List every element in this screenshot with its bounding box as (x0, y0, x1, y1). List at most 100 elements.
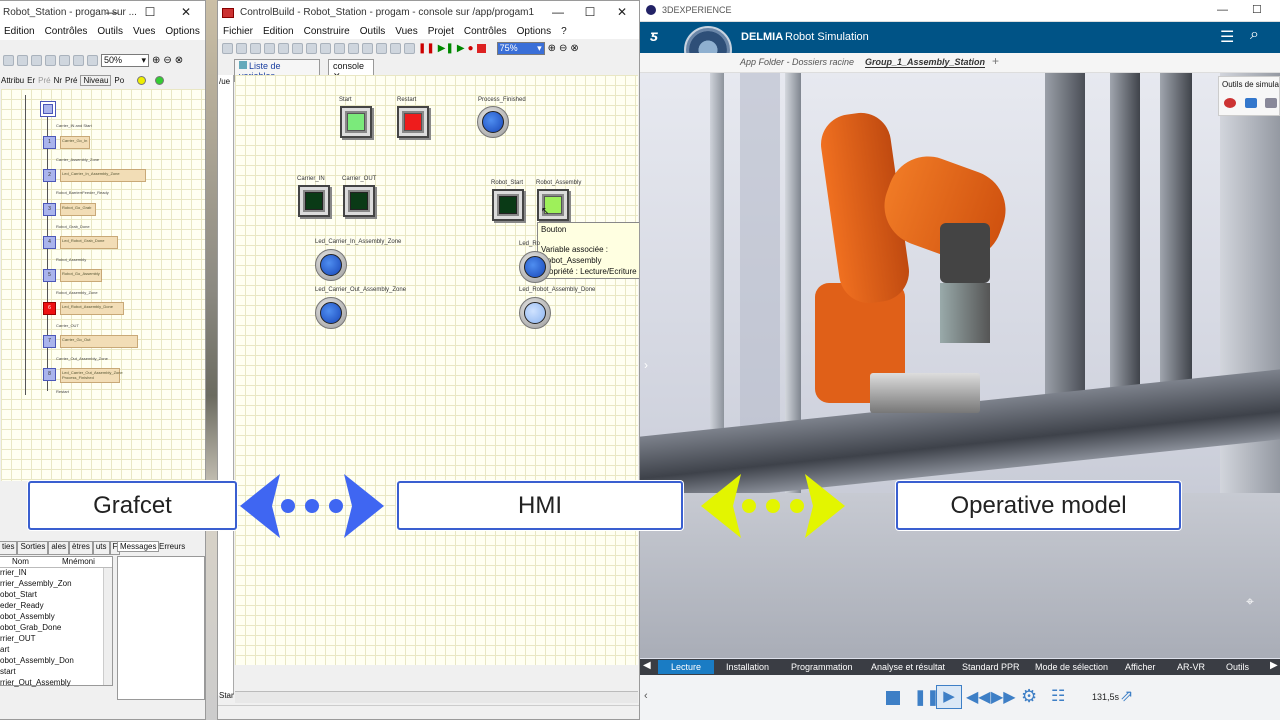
open-icon[interactable] (236, 42, 247, 54)
tool-icon[interactable] (362, 42, 373, 54)
breadcrumb-active[interactable]: Group_1_Assembly_Station (865, 57, 986, 68)
grafcet-step[interactable]: 2 (43, 169, 56, 182)
table-scrollbar[interactable] (103, 568, 112, 685)
grafcet-action[interactable]: Led_Robot_Grab_Done (60, 236, 118, 249)
menu-icon[interactable]: ☰ (1220, 27, 1234, 47)
zoom-select[interactable]: 50% (101, 53, 149, 67)
tab-ar-vr[interactable]: AR-VR (1177, 660, 1205, 674)
paste-icon[interactable] (306, 42, 317, 54)
start-button[interactable] (340, 106, 372, 138)
tool-icon[interactable] (348, 42, 359, 54)
play-icon[interactable]: ▶ (457, 43, 465, 54)
menu-edition[interactable]: Edition (258, 26, 299, 37)
table-row[interactable]: obot_Start (0, 590, 112, 601)
pause-icon[interactable]: ❚❚ (418, 43, 435, 54)
grafcet-action[interactable]: Robot_Go_Grab (60, 203, 96, 216)
tool-icon[interactable] (87, 54, 98, 66)
circle-yellow-icon[interactable] (137, 75, 147, 85)
table-row[interactable]: obot_Assembly (0, 612, 112, 623)
carrier-out-button[interactable] (343, 185, 375, 217)
tool-icon[interactable] (376, 42, 387, 54)
tool-icon[interactable] (390, 42, 401, 54)
zoom-fit-icon[interactable]: ⊗ (175, 55, 183, 66)
tab-instructs[interactable]: uts (92, 541, 110, 555)
tab-afficher[interactable]: Afficher (1125, 660, 1155, 674)
menu-options[interactable]: Options (160, 26, 204, 37)
grafcet-action[interactable]: Led_Robot_Assembly_Done (60, 302, 124, 315)
menu-vues[interactable]: Vues (128, 26, 160, 37)
menu-edition[interactable]: Edition (0, 26, 40, 37)
column-header-mnemonic[interactable]: Mnémoni (62, 557, 95, 567)
grafcet-step[interactable]: 8 (43, 368, 56, 381)
maximize-icon[interactable]: ☐ (133, 1, 167, 23)
settings-gear-icon[interactable]: ⚙ (1021, 686, 1037, 707)
grafcet-step[interactable]: 4 (43, 236, 56, 249)
step-play-icon[interactable]: ▶❚ (438, 43, 454, 54)
tab-selection-mode[interactable]: Mode de sélection (1035, 660, 1108, 674)
menu-controles[interactable]: Contrôles (459, 26, 512, 37)
table-row[interactable]: obot_Grab_Done (0, 623, 112, 634)
grafcet-action[interactable]: Carrier_Go_In (60, 136, 90, 149)
close-icon[interactable]: ✕ (605, 1, 639, 23)
tool-icon[interactable] (59, 54, 70, 66)
tab-nr[interactable]: Nr (54, 76, 62, 85)
tab-erreurs[interactable]: Erreurs (159, 542, 185, 551)
add-tab-icon[interactable]: + (992, 54, 999, 68)
save-icon[interactable] (250, 42, 261, 54)
tab-entries[interactable]: ties (0, 541, 18, 555)
menu-controles[interactable]: Contrôles (40, 26, 93, 37)
grafcet-step-active[interactable]: 6 (43, 302, 56, 315)
search-icon[interactable]: ⌕ (1250, 26, 1259, 44)
sim-tool-icon[interactable] (1245, 98, 1257, 108)
print-icon[interactable] (264, 42, 275, 54)
menu-help[interactable]: ? (556, 26, 572, 37)
export-icon[interactable]: ⇗ (1120, 686, 1133, 706)
grafcet-step[interactable]: 5 (43, 269, 56, 282)
menu-fichier[interactable]: Fichier (218, 26, 258, 37)
tab-installation[interactable]: Installation (726, 660, 769, 674)
sim-tool-icon[interactable] (1224, 98, 1236, 108)
cut-icon[interactable] (278, 42, 289, 54)
menu-construire[interactable]: Construire (299, 26, 355, 37)
maximize-icon[interactable]: ☐ (573, 1, 607, 23)
hmi-canvas[interactable]: Start Restart Process_Finished Carrier_I… (235, 75, 639, 665)
tab-parametres[interactable]: ètres (69, 541, 93, 555)
zoom-in-icon[interactable]: ⊕ (548, 43, 556, 54)
grafcet-action[interactable]: Robot_Go_Assembly (60, 269, 102, 282)
close-icon[interactable]: ✕ (169, 1, 203, 23)
column-header-name[interactable]: Nom (0, 557, 62, 567)
tool-icon[interactable] (45, 54, 56, 66)
table-row[interactable]: rrier_Out_Assembly (0, 678, 112, 689)
expand-toolbar-icon[interactable]: ‹ (644, 690, 648, 702)
list-icon[interactable]: ☷ (1051, 686, 1065, 706)
expand-arrow-icon[interactable]: › (644, 358, 648, 372)
new-icon[interactable] (222, 42, 233, 54)
grafcet-action[interactable]: Led_Carrier_In_Assembly_Zone (60, 169, 146, 182)
tab-attrib[interactable]: Attribu (1, 76, 24, 85)
record-icon[interactable]: ● (468, 43, 474, 54)
grafcet-action[interactable]: Carrier_Go_Out (60, 335, 138, 348)
table-row[interactable]: start (0, 667, 112, 678)
play-sim-icon[interactable]: ▶ (936, 685, 962, 709)
tab-sorties[interactable]: Sorties (17, 541, 49, 555)
table-row[interactable]: art (0, 645, 112, 656)
tab-niveau[interactable]: Niveau (80, 74, 112, 86)
menu-options[interactable]: Options (512, 26, 556, 37)
tab-lecture[interactable]: Lecture (658, 660, 715, 674)
grafcet-step[interactable]: 3 (43, 203, 56, 216)
tab-pre[interactable]: Pré (38, 76, 50, 85)
carrier-in-button[interactable] (298, 185, 330, 217)
minimize-icon[interactable]: — (1217, 4, 1228, 16)
menu-vues[interactable]: Vues (390, 26, 422, 37)
table-row[interactable]: eder_Ready (0, 601, 112, 612)
zoom-in-icon[interactable]: ⊕ (152, 55, 160, 66)
tab-standard-ppr[interactable]: Standard PPR (962, 660, 1020, 674)
table-row[interactable]: rrier_OUT (0, 634, 112, 645)
table-row[interactable]: obot_Assembly_Don (0, 656, 112, 667)
rewind-icon[interactable]: ◀◀ (966, 687, 991, 707)
grafcet-action[interactable]: Led_Carrier_Out_Assembly_Zone Process_Fi… (60, 368, 123, 383)
restart-button[interactable] (397, 106, 429, 138)
sim-tool-icon[interactable] (1265, 98, 1277, 108)
grafcet-step[interactable]: 7 (43, 335, 56, 348)
forward-icon[interactable]: ▶▶ (991, 687, 1016, 707)
